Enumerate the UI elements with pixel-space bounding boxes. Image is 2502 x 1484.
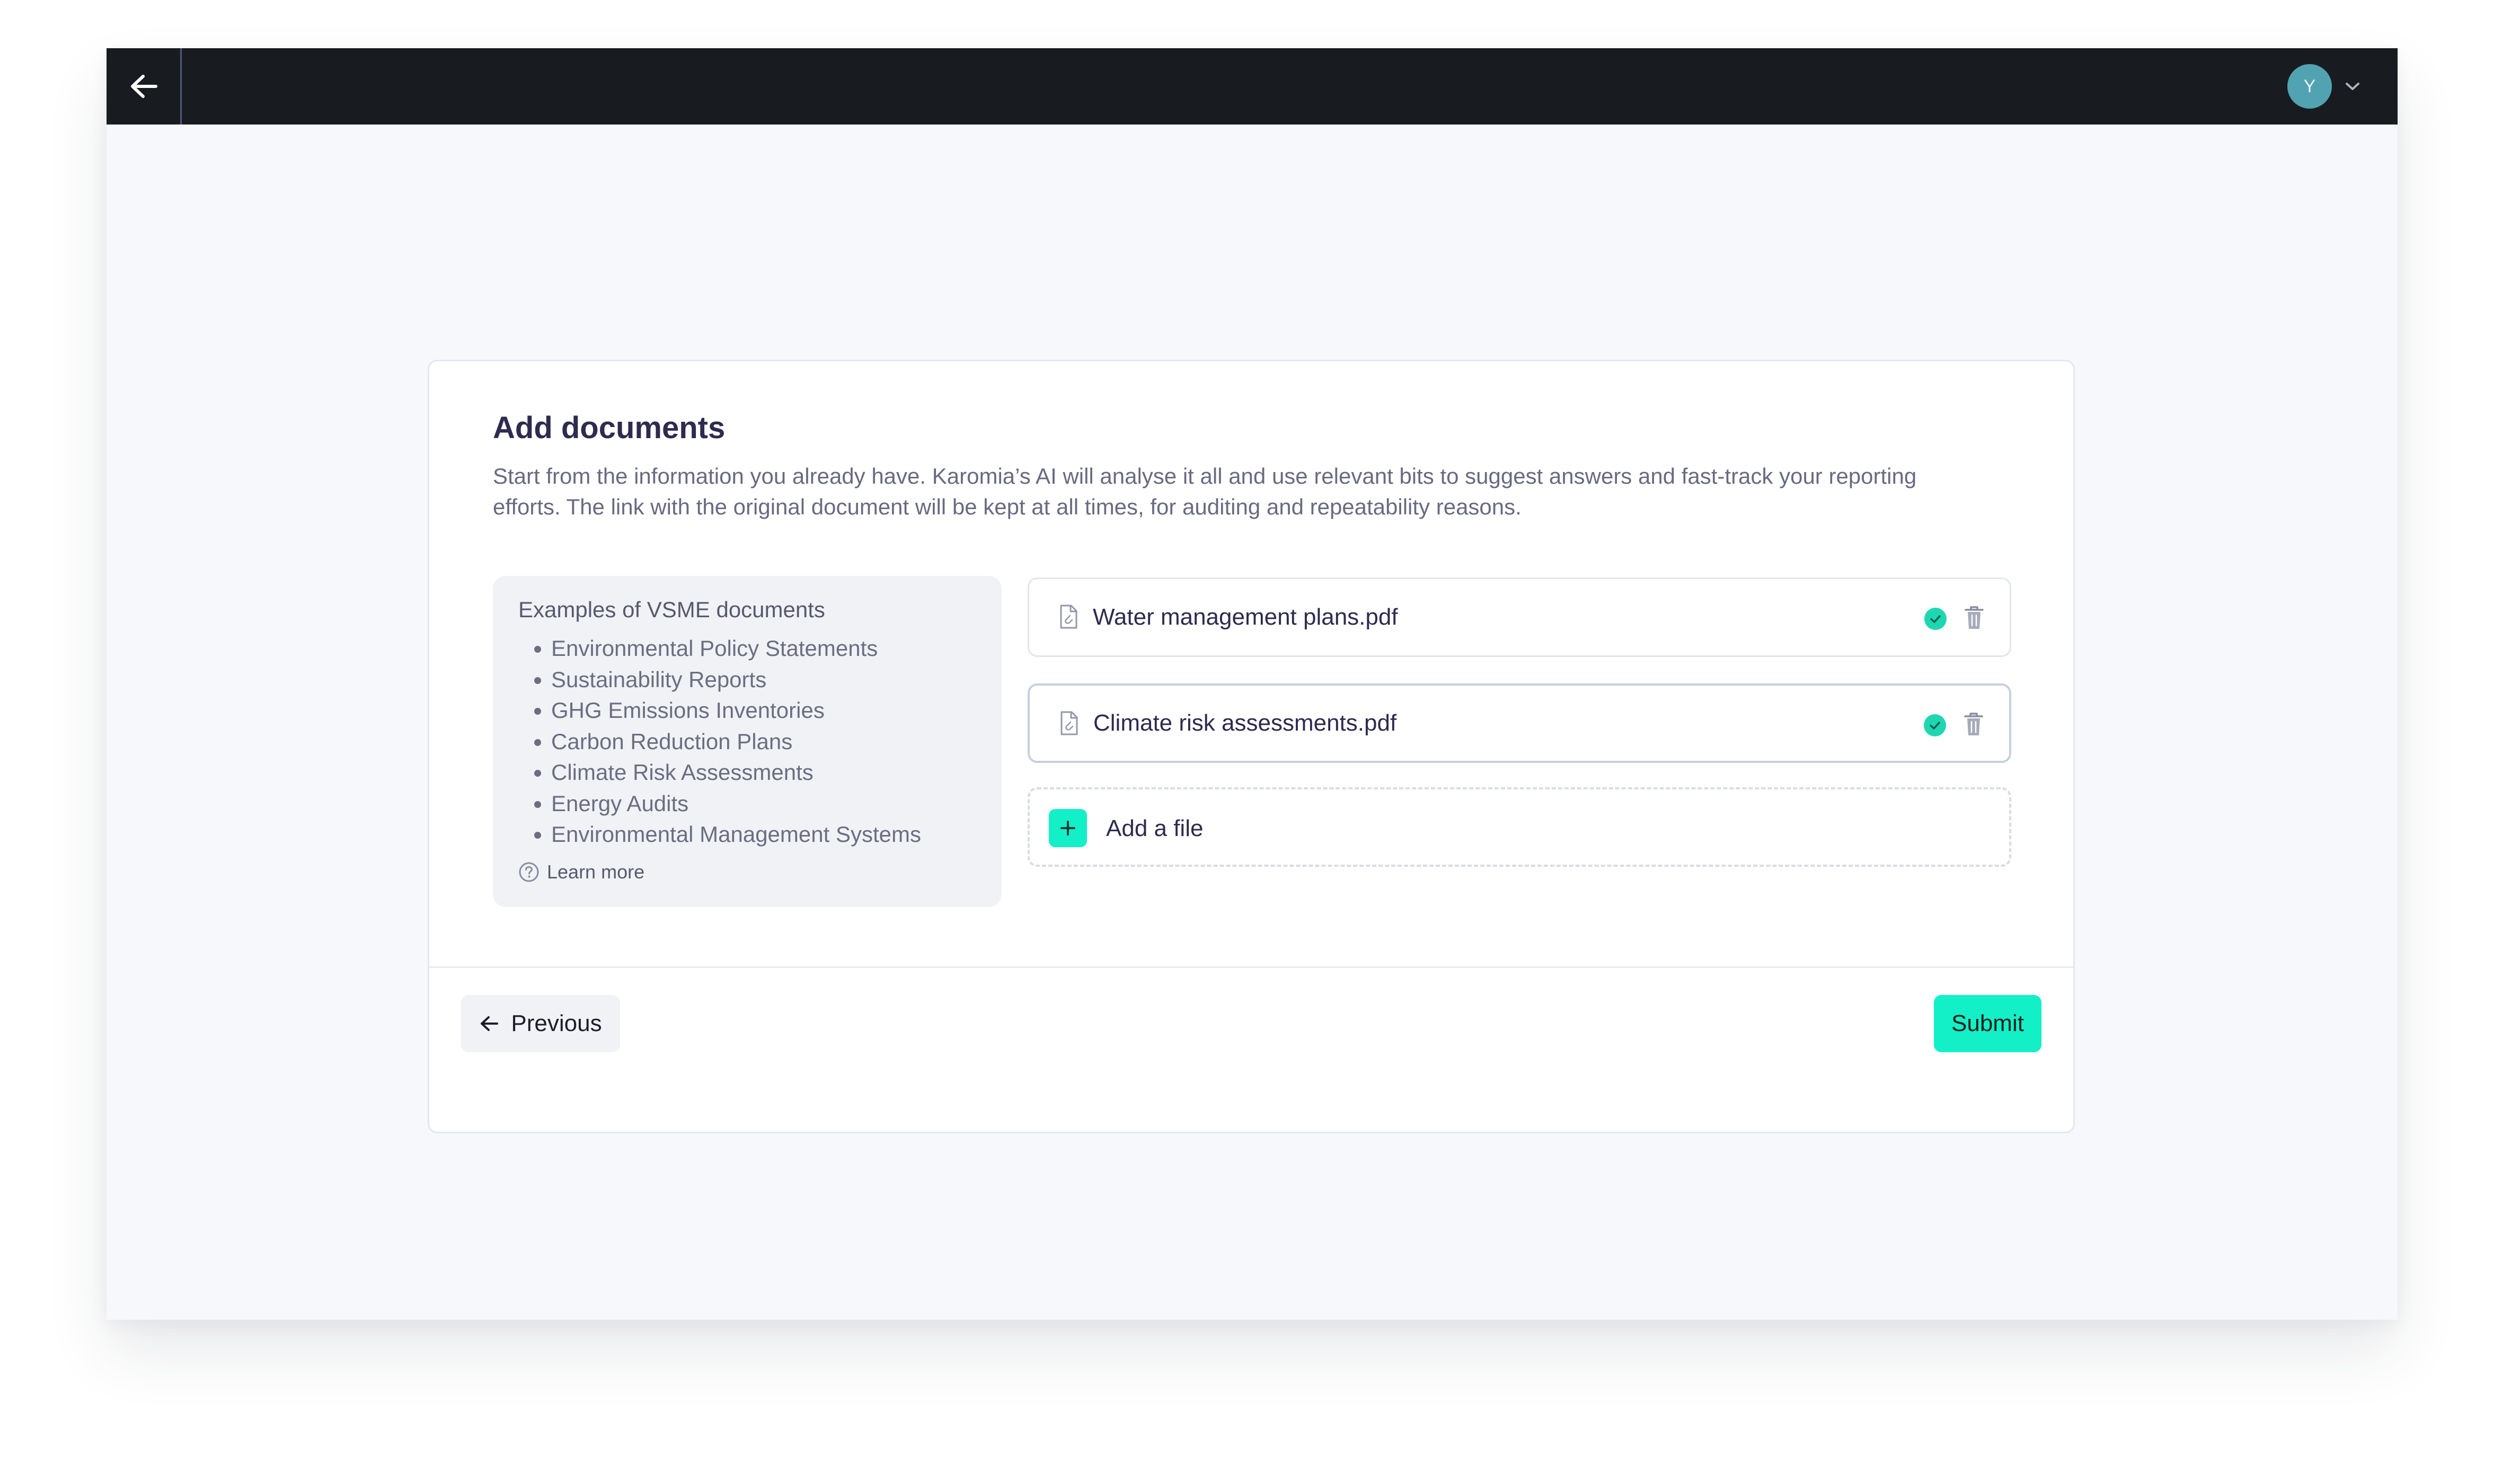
add-file-label[interactable]: Add a file <box>1106 815 1203 842</box>
arrow-left-icon <box>481 1016 499 1031</box>
plus-icon[interactable] <box>1049 809 1087 847</box>
list-item: GHG Emissions Inventories <box>551 695 976 726</box>
footer-divider <box>429 966 2073 968</box>
back-button[interactable] <box>107 48 182 125</box>
trash-icon[interactable] <box>1964 712 1984 737</box>
list-item: Energy Audits <box>551 788 976 820</box>
file-name: Water management plans.pdf <box>1093 604 1398 630</box>
examples-list: Environmental Policy Statements Sustaina… <box>518 633 976 850</box>
list-item: Sustainability Reports <box>551 664 976 696</box>
previous-button[interactable]: Previous <box>461 995 620 1052</box>
list-item: Climate Risk Assessments <box>551 757 976 788</box>
file-item: Climate risk assessments.pdf <box>1028 683 2011 763</box>
trash-icon[interactable] <box>1964 605 1984 630</box>
list-item: Environmental Policy Statements <box>551 633 976 664</box>
file-item: Water management plans.pdf <box>1028 577 2011 657</box>
learn-more-label[interactable]: Learn more <box>547 861 644 883</box>
app-window: Y Add documents Start from the informati… <box>107 48 2398 1320</box>
page-description: Start from the information you already h… <box>493 464 1917 519</box>
avatar[interactable]: Y <box>2287 64 2332 109</box>
list-item: Carbon Reduction Plans <box>551 726 976 758</box>
top-bar: Y <box>107 48 2398 125</box>
document-icon <box>1060 605 1077 629</box>
list-item: Environmental Management Systems <box>551 819 976 850</box>
previous-label[interactable]: Previous <box>511 1010 602 1037</box>
user-menu[interactable]: Y <box>2287 64 2360 109</box>
examples-title: Examples of VSME documents <box>518 597 825 622</box>
file-name: Climate risk assessments.pdf <box>1093 710 1397 736</box>
examples-panel: Examples of VSME documents Environmental… <box>493 576 1002 907</box>
add-file-button[interactable]: Add a file <box>1028 787 2011 867</box>
learn-more-link[interactable]: Learn more <box>518 861 976 883</box>
help-circle-icon <box>519 862 539 882</box>
chevron-down-icon[interactable] <box>2345 81 2360 92</box>
arrow-left-icon <box>130 75 157 98</box>
check-circle-icon <box>1924 608 1947 630</box>
add-documents-card: Add documents Start from the information… <box>428 360 2075 1133</box>
page-title: Add documents <box>493 411 726 445</box>
document-icon <box>1060 711 1078 735</box>
check-circle-icon <box>1924 714 1946 736</box>
submit-button[interactable]: Submit <box>1934 995 2041 1052</box>
